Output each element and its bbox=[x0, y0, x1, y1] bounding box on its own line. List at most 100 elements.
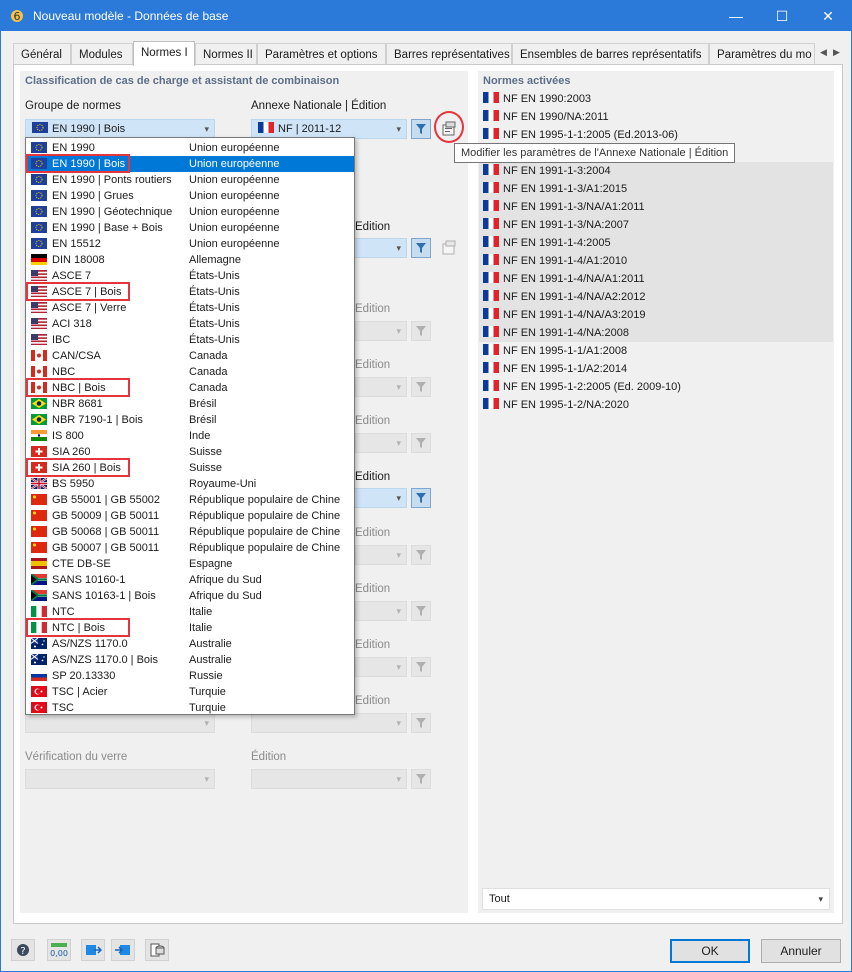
norm-item[interactable]: NF EN 1991-1-3/NA:2007 bbox=[479, 216, 833, 234]
dropdown-item[interactable]: GB 50007 | GB 50011 République populaire … bbox=[27, 540, 354, 556]
edition-select-9[interactable]: ▾ bbox=[251, 713, 407, 733]
dropdown-item[interactable]: SANS 10163-1 | Bois Afrique du Sud bbox=[27, 588, 354, 604]
norm-item-label: NF EN 1995-1-2:2005 (Ed. 2009-10) bbox=[503, 381, 681, 393]
filter-button-3[interactable] bbox=[411, 377, 431, 397]
dropdown-item[interactable]: TSC | Acier Turquie bbox=[27, 684, 354, 700]
dropdown-item[interactable]: ACI 318 États-Unis bbox=[27, 316, 354, 332]
norm-item[interactable]: NF EN 1991-1-4/NA/A3:2019 bbox=[479, 306, 833, 324]
dropdown-item-name: GB 50068 | GB 50011 bbox=[52, 526, 160, 538]
dropdown-item-name: EN 1990 | Géotechnique bbox=[52, 206, 173, 218]
eu-flag-icon bbox=[31, 142, 47, 153]
dropdown-item-name: AS/NZS 1170.0 | Bois bbox=[52, 654, 158, 666]
dropdown-item[interactable]: SP 20.13330 Russie bbox=[27, 668, 354, 684]
norm-item[interactable]: NF EN 1991-1-4/NA/A2:2012 bbox=[479, 288, 833, 306]
edition-select-2[interactable]: ▾ bbox=[355, 321, 407, 341]
norm-group-dropdown[interactable]: EN 1990 Union européenne EN 1990 | Bois Uni… bbox=[25, 137, 355, 715]
norm-item[interactable]: NF EN 1995-1-1/A2:2014 bbox=[479, 360, 833, 378]
dropdown-item-country: États-Unis bbox=[189, 270, 240, 282]
filter-button-8[interactable] bbox=[411, 657, 431, 677]
norm-item-label: NF EN 1990:2003 bbox=[503, 93, 592, 105]
dropdown-item[interactable]: GB 55001 | GB 55002 République populaire … bbox=[27, 492, 354, 508]
dropdown-item[interactable]: NTC | Bois Italie bbox=[26, 618, 354, 637]
filter-button-1[interactable] bbox=[411, 238, 431, 258]
norm-item[interactable]: NF EN 1991-1-3/A1:2015 bbox=[479, 180, 833, 198]
import-icon[interactable] bbox=[81, 939, 105, 961]
dropdown-item-country: Union européenne bbox=[189, 206, 280, 218]
norm-item[interactable]: NF EN 1995-1-2:2005 (Ed. 2009-10) bbox=[479, 378, 833, 396]
norm-item[interactable]: NF EN 1990:2003 bbox=[479, 90, 833, 108]
edition-label-6: Edition bbox=[355, 527, 391, 539]
dropdown-item[interactable]: NBR 8681 Brésil bbox=[27, 396, 354, 412]
norm-item[interactable]: NF EN 1991-1-4/NA/A1:2011 bbox=[479, 270, 833, 288]
norm-item[interactable]: NF EN 1991-1-3/NA/A1:2011 bbox=[479, 198, 833, 216]
france-flag-icon bbox=[483, 128, 499, 139]
dropdown-item[interactable]: EN 1990 | Bois Union européenne bbox=[26, 154, 354, 173]
help-icon[interactable]: ? bbox=[11, 939, 35, 961]
dropdown-item[interactable]: EN 15512 Union européenne bbox=[27, 236, 354, 252]
units-icon[interactable]: 0,00 bbox=[47, 939, 71, 961]
filter-button[interactable] bbox=[411, 119, 431, 139]
norm-item-label: NF EN 1991-1-4/NA/A3:2019 bbox=[503, 309, 646, 321]
glass-select[interactable]: ▾ bbox=[25, 769, 215, 789]
dropdown-item[interactable]: AS/NZS 1170.0 Australie bbox=[27, 636, 354, 652]
dropdown-item[interactable]: AS/NZS 1170.0 | Bois Australie bbox=[27, 652, 354, 668]
norm-item[interactable]: NF EN 1995-1-1:2005 (Ed.2013-06) bbox=[479, 126, 833, 144]
dropdown-item[interactable]: CAN/CSA Canada bbox=[27, 348, 354, 364]
dropdown-item-country: Union européenne bbox=[189, 190, 280, 202]
edit-button-1[interactable] bbox=[439, 238, 459, 258]
norm-item[interactable]: NF EN 1991-1-3:2004 bbox=[479, 162, 833, 180]
ok-button[interactable]: OK bbox=[670, 939, 750, 963]
glass-edition-label: Édition bbox=[251, 751, 287, 763]
dropdown-item[interactable]: NBR 7190-1 | Bois Brésil bbox=[27, 412, 354, 428]
norm-item[interactable]: NF EN 1991-1-4:2005 bbox=[479, 234, 833, 252]
dropdown-item[interactable]: ASCE 7 | Bois États-Unis bbox=[26, 282, 354, 301]
filter-button-4[interactable] bbox=[411, 433, 431, 453]
dropdown-item[interactable]: SANS 10160-1 Afrique du Sud bbox=[27, 572, 354, 588]
database-icon[interactable] bbox=[145, 939, 169, 961]
dropdown-item[interactable]: EN 1990 | Ponts routiers Union européenne bbox=[27, 172, 354, 188]
norm-item[interactable]: NF EN 1995-1-2/NA:2020 bbox=[479, 396, 833, 414]
dropdown-item[interactable]: CTE DB-SE Espagne bbox=[27, 556, 354, 572]
dropdown-item[interactable]: EN 1990 | Géotechnique Union européenne bbox=[27, 204, 354, 220]
dropdown-item[interactable]: GB 50009 | GB 50011 République populaire … bbox=[27, 508, 354, 524]
norm-item[interactable]: NF EN 1990/NA:2011 bbox=[479, 108, 833, 126]
dropdown-item-country: Australie bbox=[189, 638, 232, 650]
dropdown-item[interactable]: ASCE 7 | Verre États-Unis bbox=[27, 300, 354, 316]
filter-button-7[interactable] bbox=[411, 601, 431, 621]
dropdown-item[interactable]: EN 1990 | Grues Union européenne bbox=[27, 188, 354, 204]
au-flag-icon bbox=[31, 638, 47, 649]
edition-select-8[interactable]: ▾ bbox=[355, 657, 407, 677]
edition-select-5[interactable]: ▾ bbox=[355, 488, 407, 508]
dropdown-item[interactable]: TSC Turquie bbox=[27, 700, 354, 716]
norm-item[interactable]: NF EN 1995-1-1/A1:2008 bbox=[479, 342, 833, 360]
dropdown-item-name: EN 1990 | Ponts routiers bbox=[52, 174, 172, 186]
dropdown-item[interactable]: NBC | Bois Canada bbox=[26, 378, 354, 397]
dropdown-item[interactable]: GB 50068 | GB 50011 République populaire … bbox=[27, 524, 354, 540]
edition-select-4[interactable]: ▾ bbox=[355, 433, 407, 453]
norms-filter-select[interactable]: Tout ▾ bbox=[482, 888, 830, 910]
edition-select-3[interactable]: ▾ bbox=[355, 377, 407, 397]
edition-select-7[interactable]: ▾ bbox=[355, 601, 407, 621]
filter-button-9[interactable] bbox=[411, 713, 431, 733]
cancel-button[interactable]: Annuler bbox=[761, 939, 841, 963]
dropdown-item[interactable]: IS 800 Inde bbox=[27, 428, 354, 444]
group-select[interactable]: EN 1990 | Bois ▾ bbox=[25, 119, 215, 139]
glass-edition-select[interactable]: ▾ bbox=[251, 769, 407, 789]
edition-select-1[interactable]: ▾ bbox=[355, 238, 407, 258]
dropdown-item-country: République populaire de Chine bbox=[189, 542, 341, 554]
select-9-left[interactable]: ▾ bbox=[25, 713, 215, 733]
dropdown-item[interactable]: SIA 260 | Bois Suisse bbox=[26, 458, 354, 477]
filter-button-6[interactable] bbox=[411, 545, 431, 565]
annex-select[interactable]: NF | 2011-12 ▾ bbox=[251, 119, 407, 139]
export-icon[interactable] bbox=[111, 939, 135, 961]
norm-item[interactable]: NF EN 1991-1-4/NA:2008 bbox=[479, 324, 833, 342]
edition-select-6[interactable]: ▾ bbox=[355, 545, 407, 565]
glass-filter-button[interactable] bbox=[411, 769, 431, 789]
dropdown-item[interactable]: BS 5950 Royaume-Uni bbox=[27, 476, 354, 492]
filter-button-5[interactable] bbox=[411, 488, 431, 508]
dropdown-item[interactable]: EN 1990 | Base + Bois Union européenne bbox=[27, 220, 354, 236]
dropdown-item[interactable]: IBC États-Unis bbox=[27, 332, 354, 348]
norm-item[interactable]: NF EN 1991-1-4/A1:2010 bbox=[479, 252, 833, 270]
filter-button-2[interactable] bbox=[411, 321, 431, 341]
dropdown-item[interactable]: DIN 18008 Allemagne bbox=[27, 252, 354, 268]
